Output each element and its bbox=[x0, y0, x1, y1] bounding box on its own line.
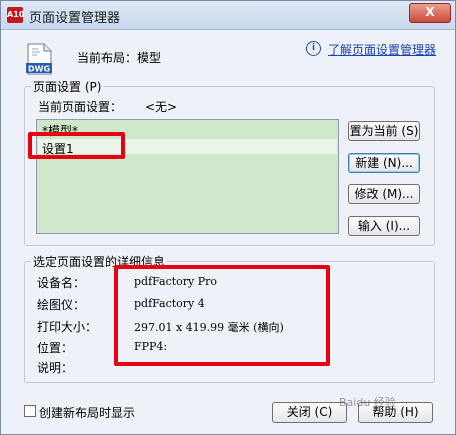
dwg-icon-label: DWG bbox=[28, 65, 50, 74]
current-page-setup-label: 当前页面设置： bbox=[38, 100, 123, 114]
autocad-app-icon: A10 bbox=[7, 7, 24, 23]
show-on-new-layout-checkbox[interactable] bbox=[24, 405, 36, 417]
show-on-new-layout-label: 创建新布局时显示 bbox=[39, 406, 136, 420]
set-current-button[interactable]: 置为当前 (S) bbox=[348, 121, 420, 141]
title-bar: A10 页面设置管理器 X bbox=[1, 1, 455, 30]
device-name-label: 设备名： bbox=[37, 276, 86, 290]
page-setups-group-label: 页面设置 (P) bbox=[31, 78, 104, 95]
current-page-setup-value: <无> bbox=[145, 100, 178, 114]
current-layout-value: 模型 bbox=[137, 51, 162, 65]
window-title: 页面设置管理器 bbox=[29, 11, 121, 26]
current-layout-label: 当前布局： bbox=[77, 51, 138, 65]
modify-button[interactable]: 修改 (M)... bbox=[348, 184, 420, 204]
import-button[interactable]: 输入 (I)... bbox=[348, 216, 420, 236]
baidu-watermark: Baidu 经验 bbox=[339, 396, 396, 409]
close-window-button[interactable]: X bbox=[409, 3, 451, 23]
plotter-label: 绘图仪： bbox=[37, 298, 86, 312]
new-button[interactable]: 新建 (N)... bbox=[348, 153, 420, 173]
page-setup-manager-dialog: A10 页面设置管理器 X DWG 当前布局：模型 i 了解页面设置管理器 页面… bbox=[0, 0, 456, 435]
current-layout: 当前布局：模型 bbox=[77, 49, 161, 66]
help-link[interactable]: 了解页面设置管理器 bbox=[328, 41, 436, 58]
plot-size-label: 打印大小： bbox=[37, 320, 98, 334]
info-icon: i bbox=[306, 41, 321, 56]
annotation-highlight-box bbox=[114, 265, 330, 366]
close-button[interactable]: 关闭 (C) bbox=[272, 402, 347, 423]
dwg-file-icon: DWG bbox=[25, 43, 53, 75]
location-label: 位置： bbox=[37, 341, 74, 355]
annotation-highlight-box bbox=[28, 132, 125, 159]
description-label: 说明： bbox=[37, 361, 74, 375]
